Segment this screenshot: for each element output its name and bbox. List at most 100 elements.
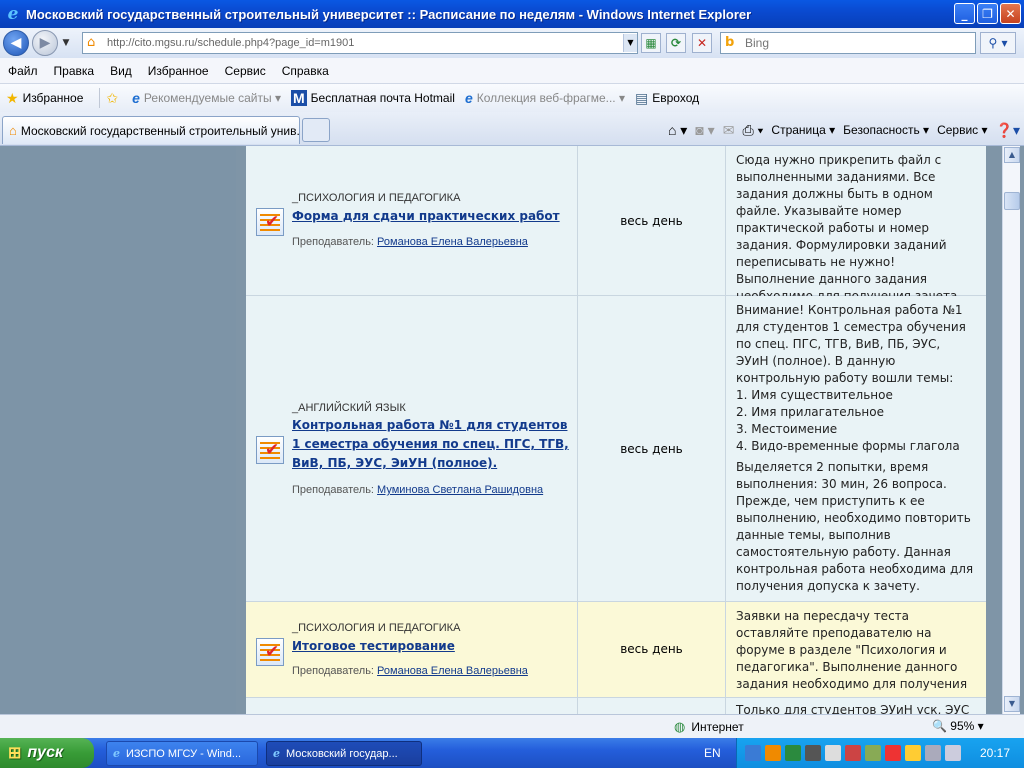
activity-link[interactable]: Контрольная работа №1 для студентов 1 се… [292,416,572,473]
left-panel [0,146,236,714]
address-bar[interactable]: ⌂ http://cito.mgsu.ru/schedule.php4?page… [82,32,638,54]
system-tray: 20:17 [736,738,1024,768]
favorite-label: Рекомендуемые сайты ▾ [143,91,281,105]
note-topic: 3. Местоимение [736,422,838,436]
teacher-line: Преподаватель: Муминова Светлана Рашидов… [292,484,543,496]
favorite-suggested-sites[interactable]: e Рекомендуемые сайты ▾ [132,90,281,106]
address-url[interactable]: http://cito.mgsu.ru/schedule.php4?page_i… [107,37,623,49]
start-label: пуск [27,744,64,761]
address-dropdown-icon[interactable]: ▼ [623,34,637,52]
search-input[interactable] [745,36,965,50]
close-button[interactable]: ✕ [1000,3,1021,24]
menu-favorites[interactable]: Избранное [148,64,209,78]
menu-help[interactable]: Справка [282,64,329,78]
status-bar: ◍ Интернет 🔍 95% ▾ [0,714,1024,738]
tab-label: Московский государственный строительный … [20,123,300,138]
teacher-link[interactable]: Романова Елена Валерьевна [377,236,528,248]
history-dropdown-icon[interactable]: ▼ [60,38,72,48]
taskbar-item[interactable]: e ИЗСПО МГСУ - Wind... [106,741,258,766]
favorite-label: Коллекция веб-фрагме... ▾ [476,91,625,105]
compatibility-view-icon[interactable]: ▦ [641,33,661,53]
tray-network-icon[interactable] [925,745,941,761]
search-box[interactable]: b [720,32,976,54]
tray-app-icon[interactable] [785,745,801,761]
zoom-control[interactable]: 🔍 95% ▾ [932,719,984,733]
clock[interactable]: 20:17 [980,746,1010,760]
menu-edit[interactable]: Правка [54,64,95,78]
taskbar-item-label: Московский государ... [286,747,398,760]
stop-icon[interactable]: ✕ [692,33,712,53]
table-row: _АНГЛИЙСКИЙ ЯЗЫК Контрольная работа №1 д… [246,296,986,602]
teacher-line: Преподаватель: Романова Елена Валерьевна [292,236,528,248]
forward-button[interactable]: ▶ [32,30,58,56]
tray-app-icon[interactable] [865,745,881,761]
add-favorite-button[interactable]: ✩ [106,90,122,107]
start-button[interactable]: ⊞ пуск [0,738,94,768]
scroll-down-icon[interactable]: ▼ [1004,696,1020,712]
favorite-web-slices[interactable]: e Коллекция веб-фрагме... ▾ [465,90,625,106]
activity-link[interactable]: Итоговое тестирование [292,637,572,656]
mail-icon[interactable]: ✉ [723,122,735,139]
favorite-hotmail[interactable]: M Бесплатная почта Hotmail [290,90,455,106]
tray-bluetooth-icon[interactable] [745,745,761,761]
scroll-up-icon[interactable]: ▲ [1004,147,1020,163]
back-button[interactable]: ◀ [3,30,29,56]
tray-app-icon[interactable] [825,745,841,761]
note-cell: Заявки на пересдачу теста оставляйте пре… [736,609,968,708]
favorites-button[interactable]: ★ Избранное [6,90,83,107]
zone-label: Интернет [691,720,744,734]
menu-file[interactable]: Файл [8,64,38,78]
command-bar: ⌂ ▾ ◙ ▾ ✉ ⎙ ▾ Страница ▾ Безопасность ▾ … [668,118,1020,142]
tray-app-icon[interactable] [945,745,961,761]
navigation-bar: ◀ ▶ ▼ ⌂ http://cito.mgsu.ru/schedule.php… [0,28,1024,58]
teacher-link[interactable]: Романова Елена Валерьевна [377,665,528,677]
table-row: _ПСИХОЛОГИЯ И ПЕДАГОГИКА Форма для сдачи… [246,146,986,303]
separator [99,88,101,108]
note-cell: Сюда нужно прикрепить файл с выполненным… [736,153,961,303]
star-icon: ★ [6,89,19,106]
page-icon: ▤ [635,89,649,106]
bing-icon: b [725,35,735,50]
tab-active[interactable]: ⌂ Московский государственный строительны… [2,116,300,144]
menu-bar: Файл Правка Вид Избранное Сервис Справка [0,58,1024,84]
time-cell [578,698,726,714]
favorite-evrohod[interactable]: ▤ Евроход [635,90,699,107]
language-indicator[interactable]: EN [704,746,721,760]
tray-app-icon[interactable] [845,745,861,761]
vertical-scrollbar[interactable]: ▲ ▼ [1002,146,1020,714]
menu-view[interactable]: Вид [110,64,132,78]
activity-link[interactable]: Форма для сдачи практических работ [292,207,572,226]
taskbar-item[interactable]: e Московский государ... [266,741,422,766]
tray-volume-icon[interactable] [905,745,921,761]
security-zone[interactable]: ◍ Интернет [674,719,744,735]
refresh-icon[interactable]: ⟳ [666,33,686,53]
tools-menu[interactable]: Сервис ▾ [937,123,987,137]
globe-icon: ◍ [674,719,686,734]
search-button[interactable]: ⚲ ▾ [980,32,1016,54]
menu-tools[interactable]: Сервис [225,64,266,78]
activity-cell: _АНГЛИЙСКИЙ ЯЗЫК Контрольная работа №1 д… [246,296,578,601]
teacher-link[interactable]: Муминова Светлана Рашидовна [377,484,543,496]
minimize-button[interactable]: _ [954,3,975,24]
favorites-bar: ★ Избранное ✩ e Рекомендуемые сайты ▾ M … [0,84,1024,112]
table-row: _ПСИХОЛОГИЯ И ПЕДАГОГИКА Итоговое тестир… [246,602,986,708]
tray-app-icon[interactable] [885,745,901,761]
teacher-prefix: Преподаватель: [292,665,378,677]
tab-favicon-icon: ⌂ [9,123,17,138]
page-menu[interactable]: Страница ▾ [771,123,835,137]
tray-app-icon[interactable] [765,745,781,761]
tray-app-icon[interactable] [805,745,821,761]
note-topic: 2. Имя прилагательное [736,405,884,419]
feeds-icon[interactable]: ◙ ▾ [695,122,714,139]
home-icon[interactable]: ⌂ ▾ [668,122,687,139]
page-favicon-icon: ⌂ [87,35,96,50]
new-tab-button[interactable] [302,118,330,142]
print-icon[interactable]: ⎙ ▾ [742,122,763,139]
safety-menu[interactable]: Безопасность ▾ [843,123,929,137]
taskbar-item-label: ИЗСПО МГСУ - Wind... [126,747,242,760]
scroll-thumb[interactable] [1004,192,1020,210]
help-icon[interactable]: ❓▾ [996,122,1020,139]
maximize-button[interactable]: ❐ [977,3,998,24]
note-outro: Выделяется 2 попытки, время выполнения: … [736,460,974,593]
course-name: _ПСИХОЛОГИЯ И ПЕДАГОГИКА [292,622,461,634]
